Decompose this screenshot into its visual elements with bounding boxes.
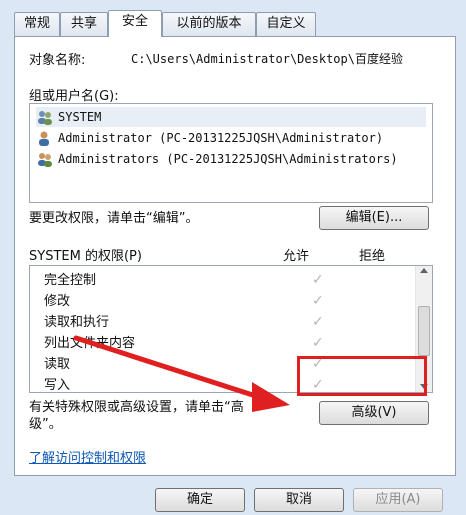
- group-users-icon: [36, 151, 54, 167]
- user-item-system[interactable]: SYSTEM: [36, 107, 426, 127]
- permissions-header: SYSTEM 的权限(P): [29, 249, 142, 264]
- scroll-thumb[interactable]: [418, 306, 430, 356]
- permission-read: 读取: [44, 357, 71, 372]
- tab-previous-versions[interactable]: 以前的版本: [162, 12, 256, 36]
- deny-header: 拒绝: [359, 249, 386, 264]
- permission-modify: 修改: [44, 294, 71, 309]
- permission-full-control: 完全控制: [44, 273, 97, 288]
- user-list[interactable]: SYSTEM Administrator (PC-20131225JQSH\Ad…: [29, 103, 433, 203]
- user-item-label: SYSTEM: [58, 110, 102, 124]
- allow-check-icon: ✓: [312, 293, 324, 309]
- user-item-administrator[interactable]: Administrator (PC-20131225JQSH\Administr…: [36, 128, 383, 148]
- group-user-label: 组或用户名(G):: [29, 89, 119, 104]
- special-hint-line2: 级”。: [29, 417, 62, 432]
- tab-general[interactable]: 常规: [14, 12, 60, 36]
- user-icon: [36, 130, 54, 146]
- tab-customize[interactable]: 自定义: [256, 12, 316, 36]
- ok-button[interactable]: 确定: [155, 488, 245, 512]
- advanced-highlight-box: [297, 356, 427, 396]
- permission-read-execute: 读取和执行: [44, 315, 110, 330]
- permission-write: 写入: [44, 378, 71, 393]
- apply-button[interactable]: 应用(A): [353, 488, 443, 512]
- change-permission-hint: 要更改权限，请单击“编辑”。: [29, 211, 199, 226]
- tab-security[interactable]: 安全: [108, 10, 162, 37]
- advanced-button[interactable]: 高级(V): [319, 401, 429, 425]
- allow-check-icon: ✓: [312, 335, 324, 351]
- properties-dialog: 常规 共享 安全 以前的版本 自定义 对象名称: C:\Users\Admini…: [0, 0, 466, 515]
- special-hint-line1: 有关特殊权限或高级设置，请单击“高: [29, 400, 244, 415]
- allow-check-icon: ✓: [312, 272, 324, 288]
- allow-check-icon: ✓: [312, 314, 324, 330]
- group-users-icon: [36, 109, 54, 125]
- special-permission-hint: 有关特殊权限或高级设置，请单击“高 级”。: [29, 399, 244, 433]
- user-item-administrators[interactable]: Administrators (PC-20131225JQSH\Administ…: [36, 149, 398, 169]
- scroll-up-icon[interactable]: [420, 268, 428, 273]
- object-path: C:\Users\Administrator\Desktop\百度经验: [131, 52, 403, 66]
- edit-button[interactable]: 编辑(E)...: [319, 206, 429, 230]
- allow-header: 允许: [283, 249, 310, 264]
- security-panel: 对象名称: C:\Users\Administrator\Desktop\百度经…: [14, 36, 456, 476]
- cancel-button[interactable]: 取消: [254, 488, 344, 512]
- tab-bar: 常规 共享 安全 以前的版本 自定义: [14, 10, 454, 37]
- object-name-label: 对象名称:: [29, 53, 86, 68]
- permission-list-folder: 列出文件夹内容: [44, 336, 136, 351]
- user-item-label: Administrator (PC-20131225JQSH\Administr…: [58, 131, 384, 145]
- user-item-label: Administrators (PC-20131225JQSH\Administ…: [58, 152, 398, 166]
- tab-sharing[interactable]: 共享: [60, 12, 108, 36]
- learn-access-control-link[interactable]: 了解访问控制和权限: [29, 447, 146, 466]
